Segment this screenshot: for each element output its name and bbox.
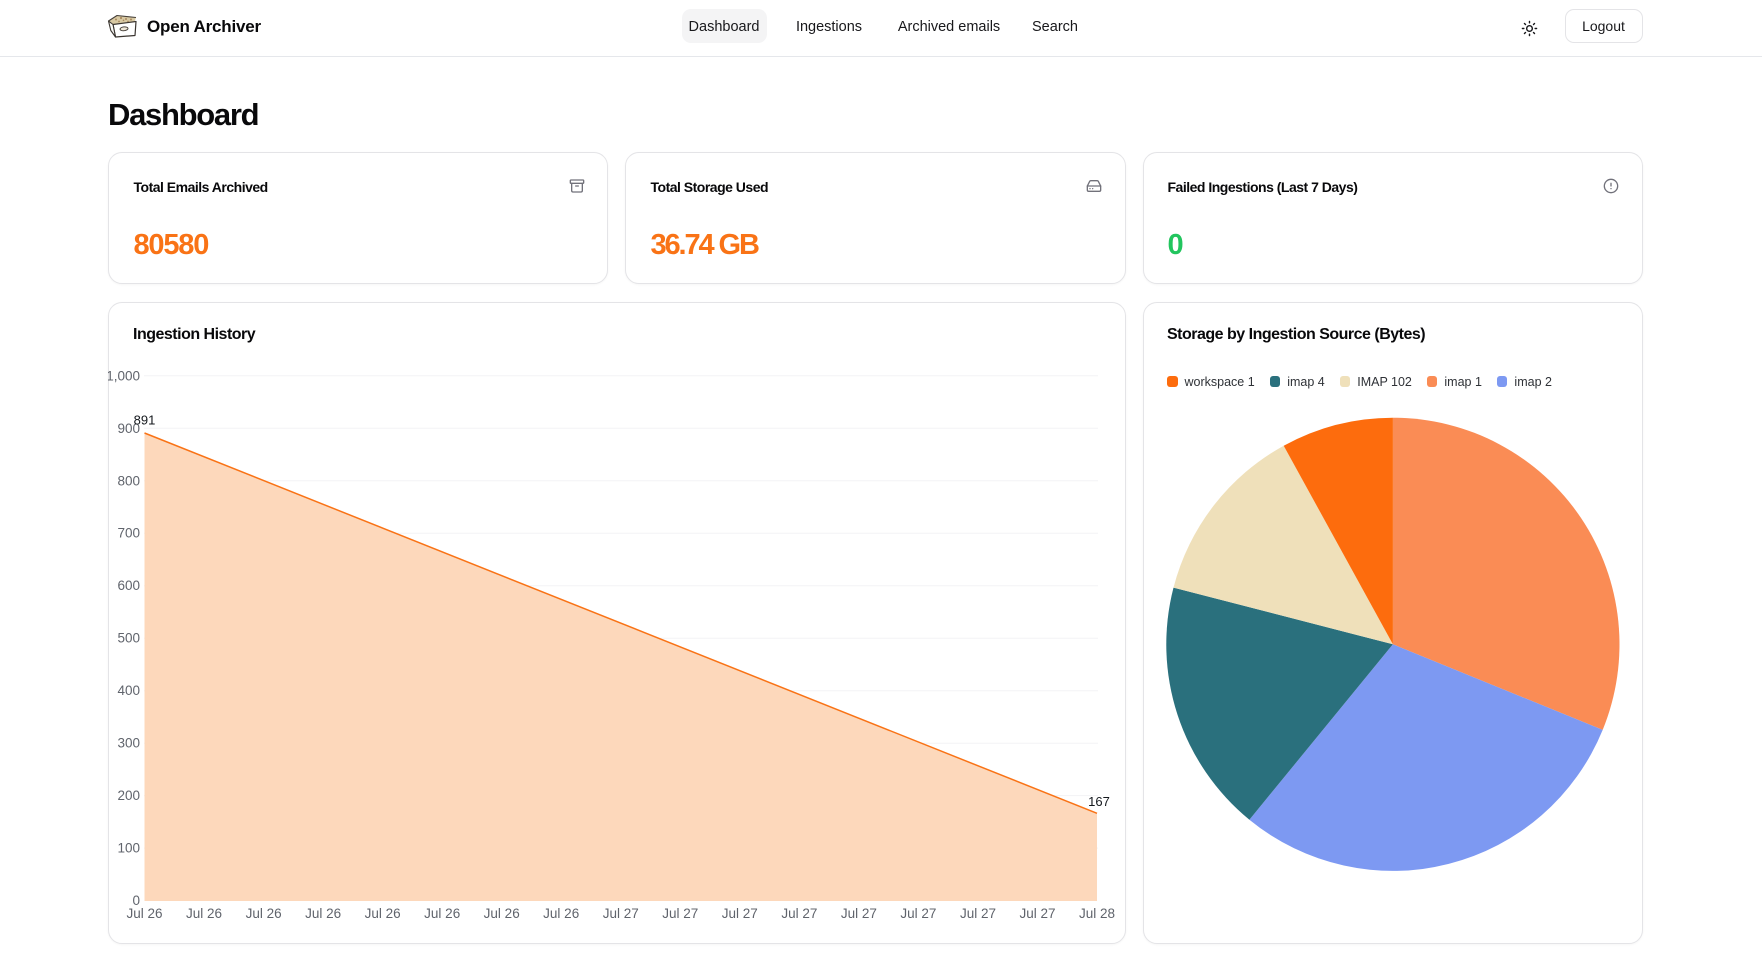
svg-text:Jul 28: Jul 28 xyxy=(1079,906,1115,921)
svg-text:Jul 27: Jul 27 xyxy=(900,906,936,921)
svg-text:Jul 27: Jul 27 xyxy=(603,906,639,921)
svg-text:Jul 26: Jul 26 xyxy=(126,906,162,921)
svg-text:Jul 27: Jul 27 xyxy=(722,906,758,921)
svg-text:Jul 26: Jul 26 xyxy=(305,906,341,921)
svg-text:300: 300 xyxy=(117,736,140,751)
svg-text:100: 100 xyxy=(117,841,140,856)
svg-text:Jul 27: Jul 27 xyxy=(1019,906,1055,921)
svg-text:Jul 27: Jul 27 xyxy=(781,906,817,921)
svg-text:500: 500 xyxy=(117,631,140,646)
svg-text:800: 800 xyxy=(117,473,140,488)
svg-text:1,000: 1,000 xyxy=(108,368,140,383)
svg-text:Jul 26: Jul 26 xyxy=(424,906,460,921)
svg-text:600: 600 xyxy=(117,578,140,593)
svg-text:Jul 26: Jul 26 xyxy=(484,906,520,921)
svg-text:200: 200 xyxy=(117,788,140,803)
svg-text:Jul 26: Jul 26 xyxy=(365,906,401,921)
svg-text:Jul 26: Jul 26 xyxy=(246,906,282,921)
svg-text:891: 891 xyxy=(134,413,156,428)
svg-text:Jul 27: Jul 27 xyxy=(841,906,877,921)
svg-text:700: 700 xyxy=(117,526,140,541)
svg-text:Jul 27: Jul 27 xyxy=(960,906,996,921)
svg-text:Jul 26: Jul 26 xyxy=(186,906,222,921)
svg-text:Jul 27: Jul 27 xyxy=(662,906,698,921)
svg-text:400: 400 xyxy=(117,683,140,698)
svg-text:Jul 26: Jul 26 xyxy=(543,906,579,921)
svg-text:167: 167 xyxy=(1088,794,1110,809)
